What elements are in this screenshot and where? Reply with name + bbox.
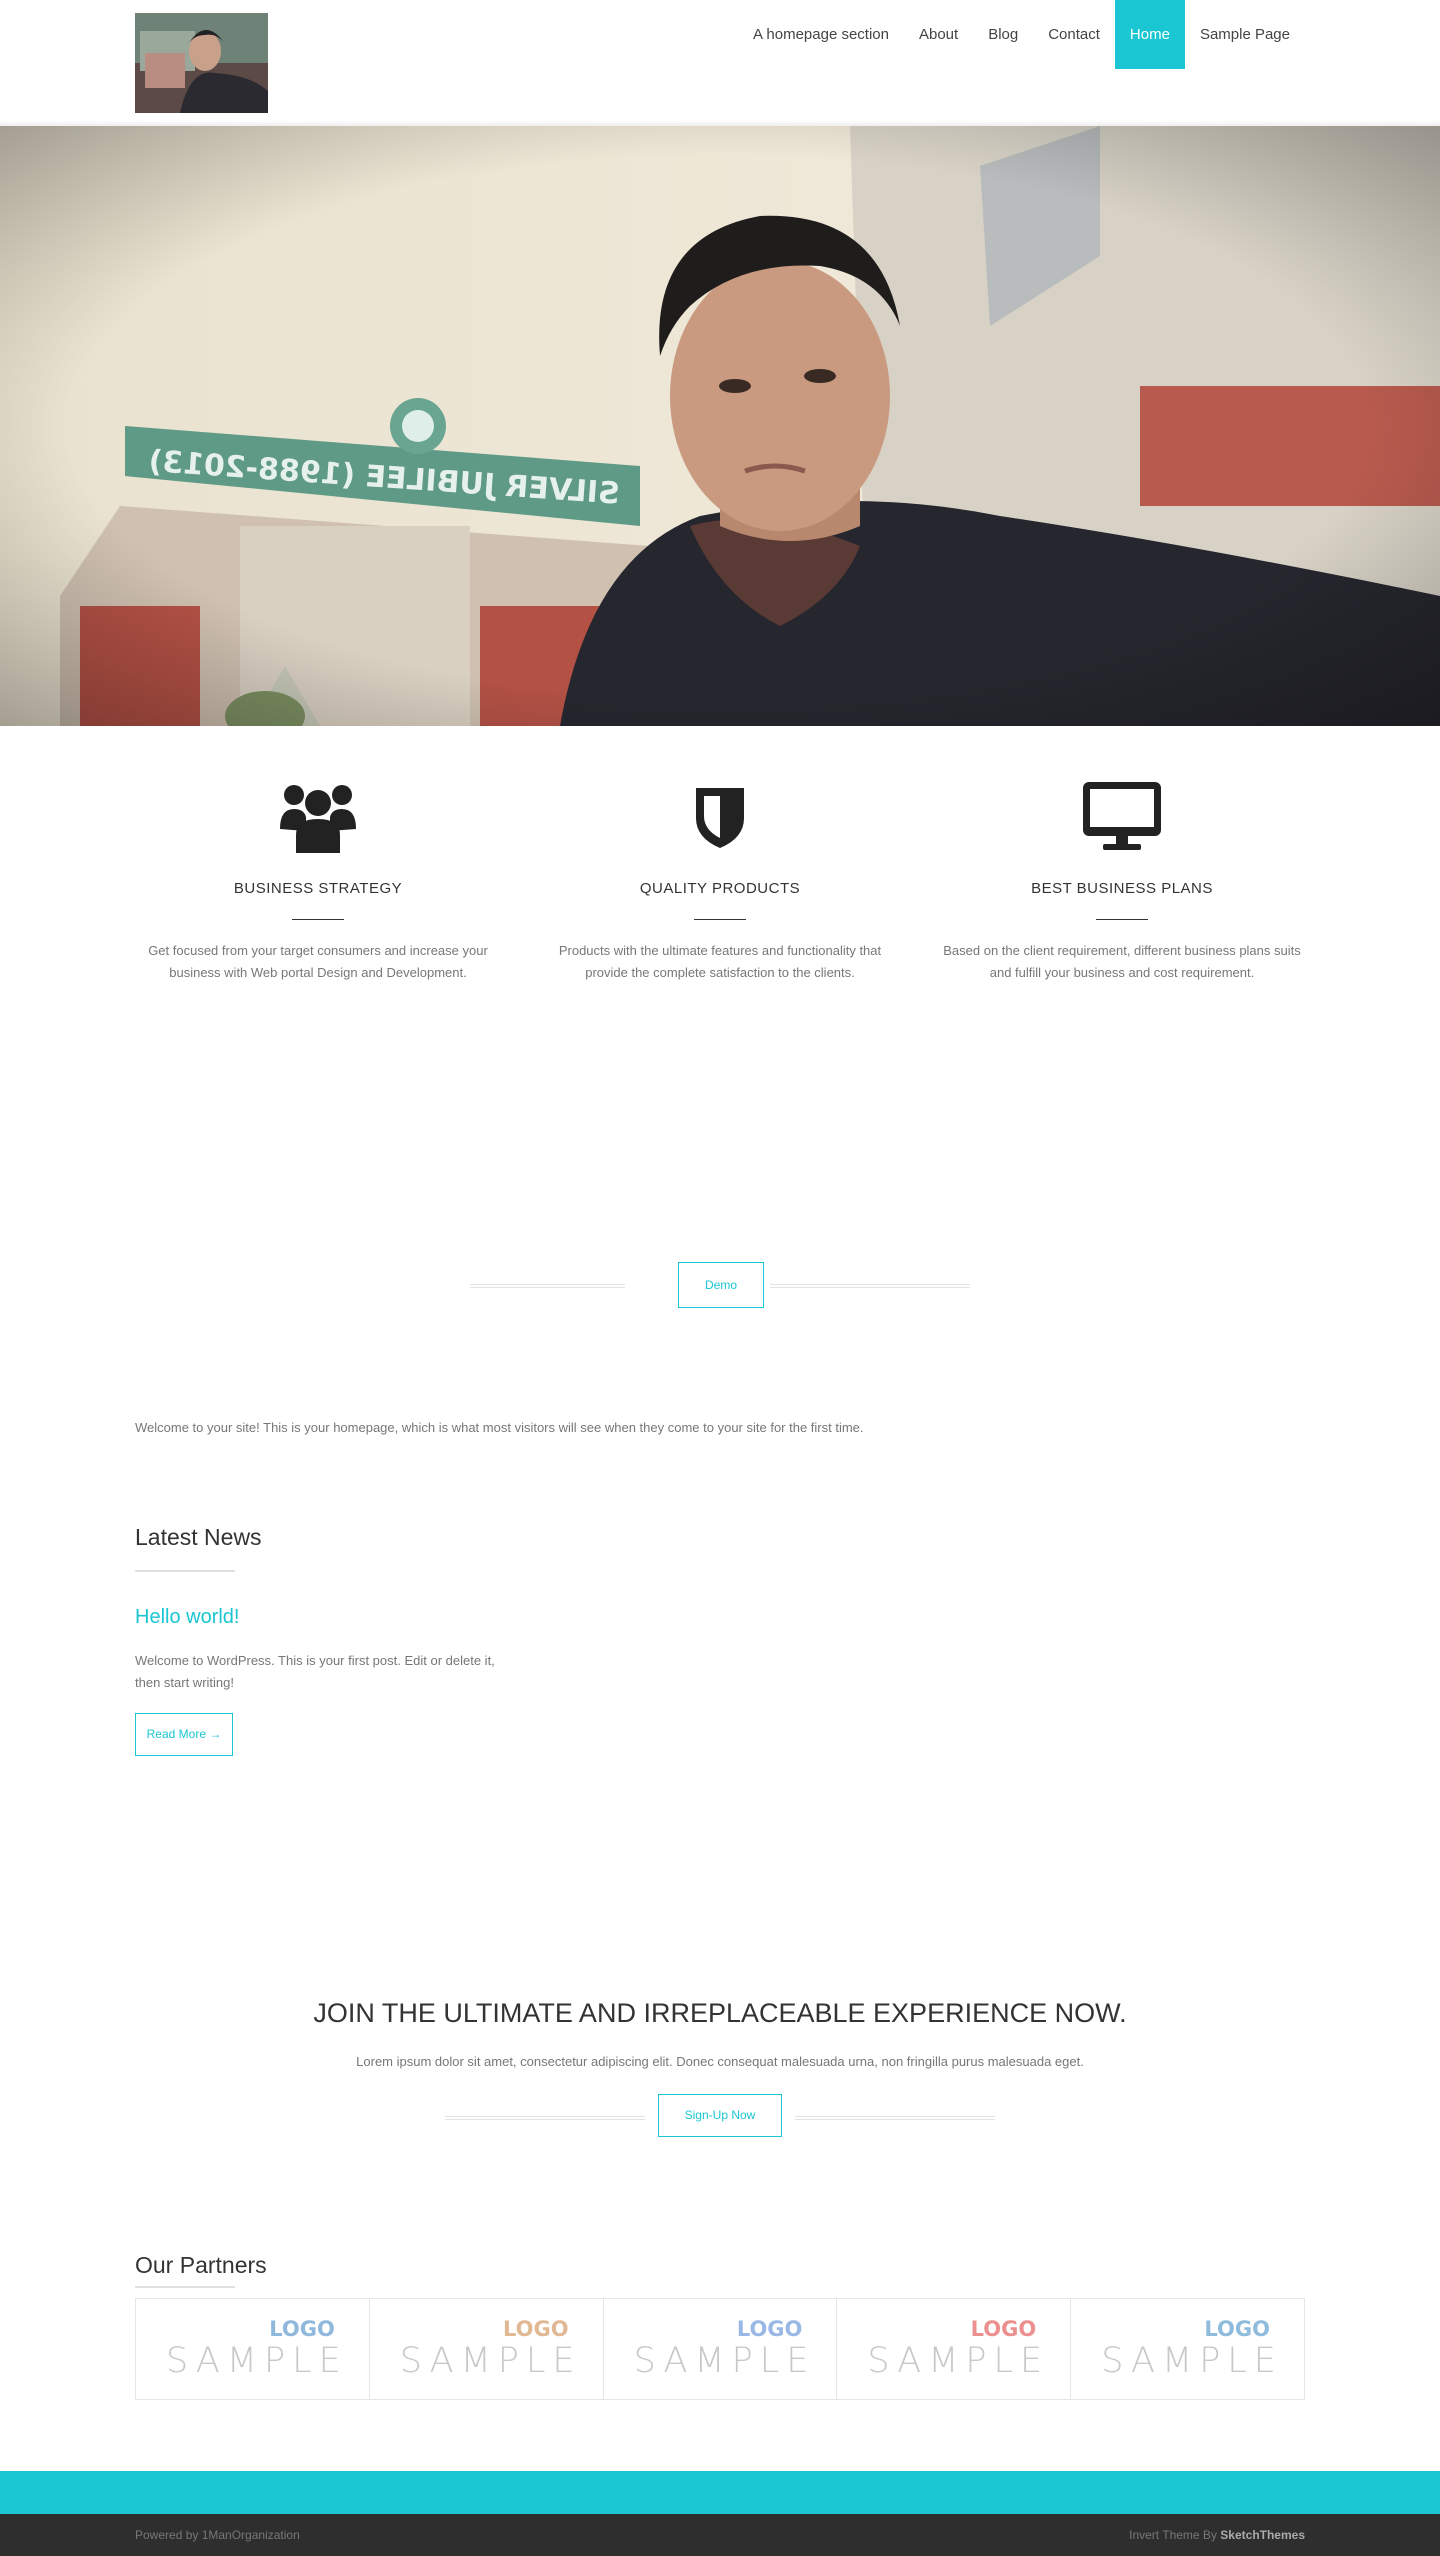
nav-item-homepage-section[interactable]: A homepage section — [738, 0, 904, 69]
partner-sample-text: SAMPLE — [867, 2341, 1050, 2381]
feature-divider — [694, 919, 746, 920]
nav-item-blog[interactable]: Blog — [973, 0, 1033, 69]
partner-logo-text: LOGO — [503, 2317, 569, 2341]
feature-quality-products: QUALITY PRODUCTS Products with the ultim… — [537, 780, 903, 984]
divider-line — [445, 2116, 645, 2120]
heading-divider — [135, 1570, 235, 1572]
site-header: A homepage section About Blog Contact Ho… — [0, 0, 1440, 126]
cta-heading: JOIN THE ULTIMATE AND IRREPLACEABLE EXPE… — [313, 1998, 1127, 2028]
partner-logo[interactable]: LOGO SAMPLE — [370, 2299, 604, 2399]
sign-up-button[interactable]: Sign-Up Now — [658, 2094, 782, 2137]
partner-sample-text: SAMPLE — [399, 2341, 582, 2381]
divider-line — [470, 1284, 625, 1288]
partner-logo-text: LOGO — [970, 2317, 1037, 2341]
read-more-button[interactable]: Read More → — [135, 1713, 233, 1756]
partners-heading: Our Partners — [135, 2252, 267, 2278]
partner-sample-text: SAMPLE — [633, 2341, 816, 2381]
partner-logo-text: LOGO — [1204, 2317, 1270, 2341]
users-icon — [135, 780, 501, 854]
hero-photo: SILVER JUBILEE (1988-2013) — [0, 126, 1440, 726]
feature-title: BUSINESS STRATEGY — [233, 880, 403, 897]
nav-item-about[interactable]: About — [904, 0, 973, 69]
demo-button[interactable]: Demo — [678, 1262, 764, 1308]
footer-powered-by: Powered by 1ManOrganization — [135, 2528, 300, 2542]
feature-divider — [292, 919, 344, 920]
desktop-icon — [939, 780, 1305, 854]
feature-title: BEST BUSINESS PLANS — [1031, 880, 1213, 897]
partner-logo[interactable]: LOGO SAMPLE — [136, 2299, 370, 2399]
latest-news-heading: Latest News — [135, 1524, 262, 1550]
site-footer: Powered by 1ManOrganization Invert Theme… — [0, 2514, 1440, 2556]
hero-banner: SILVER JUBILEE (1988-2013) — [0, 126, 1440, 726]
footer-credit-prefix: Invert Theme By — [1129, 2528, 1217, 2542]
partner-sample-text: SAMPLE — [1101, 2341, 1283, 2381]
features-section: BUSINESS STRATEGY Get focused from your … — [135, 780, 1305, 984]
partner-sample-text: SAMPLE — [166, 2341, 348, 2381]
feature-title: QUALITY PRODUCTS — [639, 880, 801, 897]
divider-line — [770, 1284, 970, 1288]
footer-credit-link[interactable]: SketchThemes — [1220, 2528, 1305, 2542]
feature-text: Get focused from your target consumers a… — [148, 943, 488, 980]
nav-item-contact[interactable]: Contact — [1033, 0, 1115, 69]
partner-logo[interactable]: LOGO SAMPLE — [604, 2299, 838, 2399]
logo-photo — [135, 13, 268, 113]
partner-logo[interactable]: LOGO SAMPLE — [1071, 2299, 1304, 2399]
shield-icon — [537, 780, 903, 854]
cta-text: Lorem ipsum dolor sit amet, consectetur … — [356, 2054, 1084, 2069]
feature-text: Based on the client requirement, differe… — [943, 943, 1301, 980]
welcome-text: Welcome to your site! This is your homep… — [135, 1420, 864, 1435]
partners-carousel: LOGO SAMPLE LOGO SAMPLE LOGO SAMPLE LOGO… — [135, 2298, 1305, 2400]
demo-row: Demo — [470, 1262, 970, 1308]
partner-logo-text: LOGO — [736, 2317, 803, 2341]
heading-divider — [135, 2286, 235, 2288]
feature-divider — [1096, 919, 1148, 920]
post-title-link[interactable]: Hello world! — [135, 1606, 239, 1629]
divider-line — [795, 2116, 995, 2120]
feature-business-strategy: BUSINESS STRATEGY Get focused from your … — [135, 780, 501, 984]
nav-item-home[interactable]: Home — [1114, 0, 1185, 69]
footer-accent-bar — [0, 2471, 1440, 2514]
cta-row: Sign-Up Now — [445, 2094, 995, 2138]
partner-logo-text: LOGO — [269, 2317, 335, 2341]
nav-item-sample-page[interactable]: Sample Page — [1185, 0, 1305, 69]
feature-best-business-plans: BEST BUSINESS PLANS Based on the client … — [939, 780, 1305, 984]
partner-logo[interactable]: LOGO SAMPLE — [837, 2299, 1072, 2399]
post-excerpt: Welcome to WordPress. This is your first… — [135, 1653, 495, 1690]
site-logo[interactable] — [135, 13, 268, 113]
footer-credit: Invert Theme By SketchThemes — [1129, 2528, 1305, 2542]
main-nav: A homepage section About Blog Contact Ho… — [738, 0, 1305, 69]
feature-text: Products with the ultimate features and … — [558, 943, 882, 980]
